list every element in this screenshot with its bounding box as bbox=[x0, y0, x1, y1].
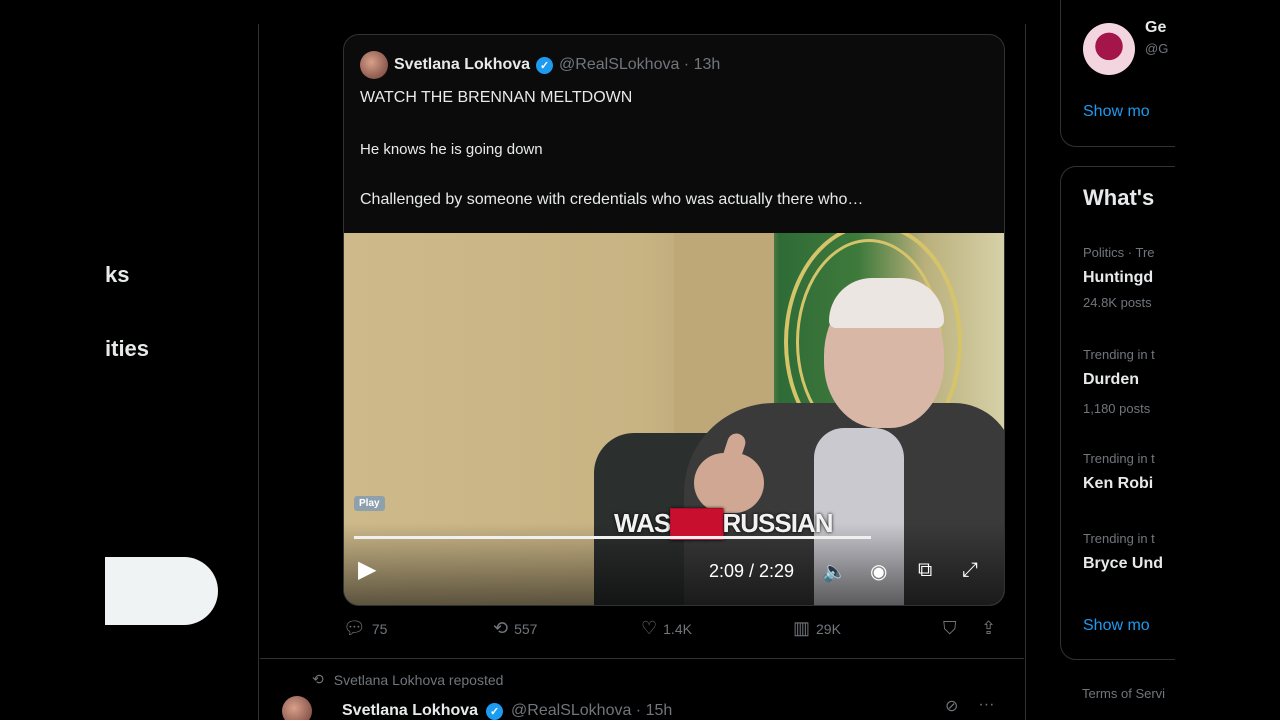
quoted-tweet-header: Svetlana Lokhova ✓ @RealSLokhova · 13h bbox=[360, 51, 721, 79]
captions-icon[interactable]: ◉ bbox=[870, 559, 887, 584]
trend-context: Trending in t bbox=[1083, 451, 1155, 466]
suggested-account-avatar[interactable] bbox=[1083, 23, 1135, 75]
trend-posts: 24.8K posts bbox=[1083, 295, 1152, 310]
volume-icon[interactable]: 🔈 bbox=[822, 559, 847, 584]
bookmark-icon: ⛉ bbox=[943, 618, 957, 638]
heart-icon: ♡ bbox=[641, 618, 658, 638]
reply-icon: 💬︎ bbox=[343, 618, 366, 638]
verified-badge-icon: ✓ bbox=[536, 56, 554, 74]
views-chart-icon: ▥ bbox=[793, 618, 811, 638]
trend-name: Durden bbox=[1083, 371, 1139, 388]
next-tweet-header: Svetlana Lokhova ✓ @RealSLokhova · 15h bbox=[282, 696, 672, 720]
suggested-account-handle: @G bbox=[1145, 41, 1169, 56]
repost-icon: ⟲ bbox=[493, 618, 509, 638]
reply-button[interactable]: 💬︎ 75 bbox=[343, 618, 387, 639]
repost-small-icon: ⟲ bbox=[312, 671, 324, 687]
video-caption: WAS███RUSSIAN bbox=[614, 508, 834, 539]
bookmark-button[interactable]: ⛉ bbox=[943, 618, 957, 639]
trend-context: Trending in t bbox=[1083, 347, 1155, 362]
author-name[interactable]: Svetlana Lokhova bbox=[394, 56, 530, 74]
repost-label[interactable]: Svetlana Lokhova reposted bbox=[334, 672, 504, 688]
share-icon: ⇪ bbox=[981, 618, 997, 638]
footer-terms-link[interactable]: Terms of Servi bbox=[1082, 686, 1165, 701]
play-icon[interactable]: ▶ bbox=[358, 555, 384, 585]
share-button[interactable]: ⇪ bbox=[981, 618, 996, 639]
views-button[interactable]: ▥ 29K bbox=[793, 618, 841, 639]
who-to-follow-card: Ge @G Show mo bbox=[1060, 0, 1180, 147]
show-more-link-1[interactable]: Show mo bbox=[1083, 103, 1150, 121]
trend-name: Ken Robi bbox=[1083, 475, 1154, 492]
video-time: 2:09 / 2:29 bbox=[709, 561, 795, 581]
author-avatar[interactable] bbox=[360, 51, 388, 79]
caption-right: RUSSIAN bbox=[722, 508, 834, 538]
post-button[interactable] bbox=[105, 557, 218, 625]
next-author-handle-time: @RealSLokhova · 15h bbox=[511, 702, 673, 719]
repost-button[interactable]: ⟲ 557 bbox=[493, 618, 537, 639]
trends-title: What's bbox=[1083, 185, 1155, 210]
tweet-actions: 💬︎ 75 ⟲ 557 ♡ 1.4K ▥ 29K ⛉ ⇪ bbox=[343, 618, 1003, 644]
quoted-tweet[interactable]: Svetlana Lokhova ✓ @RealSLokhova · 13h W… bbox=[343, 34, 1005, 606]
trend-context: Trending in t bbox=[1083, 531, 1155, 546]
more-options-icon[interactable]: ··· bbox=[978, 696, 994, 716]
video-player[interactable]: Play WAS███RUSSIAN ▶ 2:09 / 2:29 🔈 ◉ ⧉ ⤢ bbox=[344, 233, 1004, 605]
tweet-line-3: Challenged by someone with credentials w… bbox=[360, 191, 864, 208]
video-progress-bar[interactable] bbox=[354, 536, 871, 539]
left-crop-bar bbox=[0, 0, 105, 720]
right-sidebar: Ge @G Show mo What's Politics · Tre Hunt… bbox=[1060, 0, 1180, 720]
caption-left: WAS bbox=[614, 508, 671, 538]
fullscreen-icon[interactable]: ⤢ bbox=[962, 559, 978, 582]
author-handle-time: @RealSLokhova · 13h bbox=[559, 56, 721, 73]
grok-icon[interactable]: ⊘ bbox=[945, 696, 958, 716]
next-verified-badge-icon: ✓ bbox=[486, 702, 504, 720]
tweet-divider bbox=[260, 658, 1024, 659]
trend-posts: 1,180 posts bbox=[1083, 401, 1151, 416]
trend-name: Bryce Und bbox=[1083, 555, 1164, 572]
next-author-name[interactable]: Svetlana Lokhova bbox=[342, 702, 478, 720]
tweet-headline: WATCH THE BRENNAN MELTDOWN bbox=[360, 89, 633, 106]
popout-icon[interactable]: ⧉ bbox=[918, 559, 932, 582]
like-button[interactable]: ♡ 1.4K bbox=[641, 618, 692, 639]
play-badge: Play bbox=[354, 496, 385, 511]
next-tweet-menu: ⊘ ··· bbox=[945, 696, 994, 716]
whats-happening-card: What's Politics · Tre Huntingd 24.8K pos… bbox=[1060, 166, 1180, 660]
tweet-line-2: He knows he is going down bbox=[360, 141, 543, 158]
video-person-hair bbox=[829, 278, 944, 328]
caption-redacted: ███ bbox=[670, 508, 724, 538]
trend-context: Politics · Tre bbox=[1083, 245, 1155, 260]
trend-name: Huntingd bbox=[1083, 269, 1154, 286]
suggested-account-name[interactable]: Ge bbox=[1145, 19, 1166, 37]
like-count: 1.4K bbox=[663, 620, 692, 637]
repost-context: ⟲ Svetlana Lokhova reposted bbox=[312, 671, 503, 688]
nav-item-bookmarks[interactable]: ks bbox=[105, 262, 129, 288]
views-count: 29K bbox=[816, 620, 841, 637]
show-more-link-2[interactable]: Show mo bbox=[1083, 617, 1150, 635]
video-controls: ▶ 2:09 / 2:29 🔈 ◉ ⧉ ⤢ bbox=[344, 553, 1004, 593]
nav-item-communities[interactable]: ities bbox=[105, 336, 149, 362]
right-crop-bar bbox=[1175, 0, 1280, 720]
repost-count: 557 bbox=[514, 620, 538, 637]
reply-count: 75 bbox=[371, 620, 388, 637]
screen: ks ities Svetlana Lokhova ✓ @RealSLokhov… bbox=[0, 0, 1280, 720]
next-author-avatar[interactable] bbox=[282, 696, 312, 720]
